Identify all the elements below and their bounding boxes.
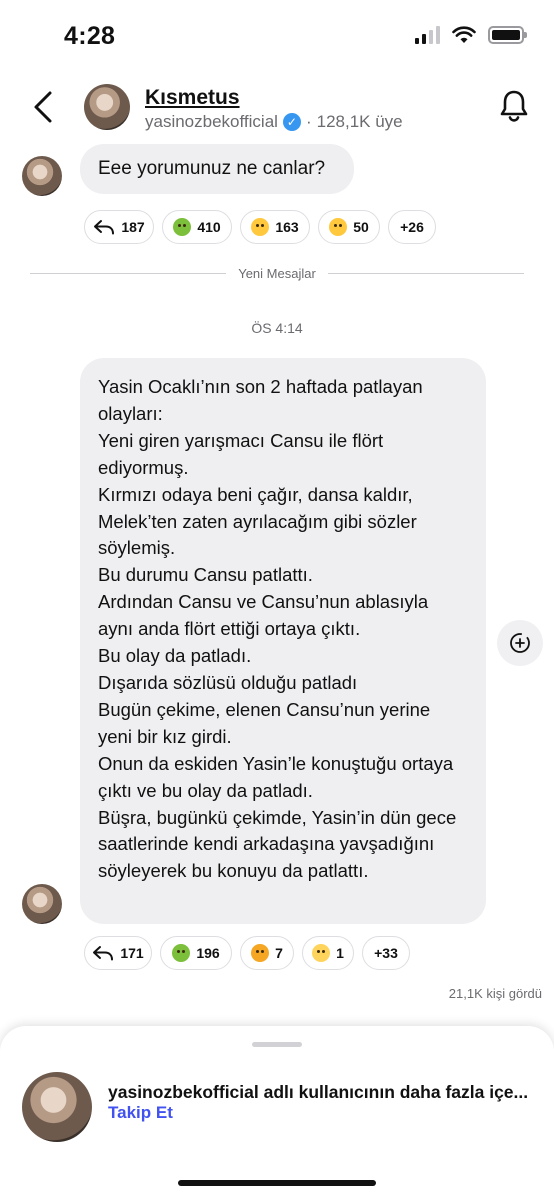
status-time: 4:28 <box>64 22 116 50</box>
home-indicator <box>178 1180 376 1186</box>
laughing-face-emoji <box>329 218 348 236</box>
reaction-chip[interactable]: 50 <box>318 210 380 244</box>
channel-subtitle: yasinozbekofficial ✓ · 128,1K üye <box>145 112 403 132</box>
add-reaction-button[interactable] <box>497 620 543 666</box>
reaction-chip[interactable]: 1 <box>302 936 354 970</box>
reply-icon <box>94 220 115 235</box>
new-messages-divider: Yeni Mesajlar <box>0 266 554 281</box>
mind-blown-emoji <box>251 944 270 962</box>
message-bubble[interactable]: Eee yorumunuz ne canlar? <box>80 144 354 194</box>
new-messages-label: Yeni Mesajlar <box>226 266 328 281</box>
channel-avatar[interactable] <box>84 84 130 130</box>
message-text: Eee yorumunuz ne canlar? <box>98 158 326 179</box>
reply-icon <box>93 946 114 961</box>
surprised-face-emoji <box>251 218 270 236</box>
more-reactions-chip[interactable]: +33 <box>362 936 410 970</box>
reaction-chip[interactable]: 7 <box>240 936 294 970</box>
sad-face-emoji <box>312 944 331 962</box>
reaction-chip[interactable]: 410 <box>162 210 232 244</box>
reaction-row: 171 196 7 1 +33 <box>84 936 410 970</box>
battery-icon <box>488 26 527 44</box>
reaction-row: 187 410 163 50 +26 <box>84 210 436 244</box>
seen-count: 21,1K kişi gördü <box>448 986 542 1001</box>
sheet-grabber[interactable] <box>252 1042 302 1047</box>
member-count: 128,1K üye <box>316 112 403 131</box>
sender-avatar[interactable] <box>22 884 62 924</box>
sheet-avatar[interactable] <box>22 1072 92 1142</box>
reply-count-chip[interactable]: 171 <box>84 936 152 970</box>
follow-button[interactable]: Takip Et <box>108 1103 173 1123</box>
verified-badge-icon: ✓ <box>282 113 301 131</box>
message-timestamp: ÖS 4:14 <box>251 320 303 336</box>
channel-username[interactable]: yasinozbekofficial <box>145 112 278 132</box>
status-icons <box>415 26 527 44</box>
cellular-signal-icon <box>415 26 440 44</box>
bell-icon[interactable] <box>498 88 530 124</box>
sheet-text: yasinozbekofficial adlı kullanıcının dah… <box>108 1082 529 1102</box>
wifi-icon <box>452 26 476 43</box>
sender-avatar[interactable] <box>22 156 62 196</box>
sick-face-emoji <box>172 944 191 962</box>
more-reactions-chip[interactable]: +26 <box>388 210 436 244</box>
channel-title[interactable]: Kısmetus <box>145 86 240 110</box>
message-text: Yasin Ocaklı’nın son 2 haftada patlayan … <box>98 376 457 882</box>
sick-face-emoji <box>173 218 192 236</box>
back-arrow-icon[interactable] <box>30 90 60 124</box>
reaction-chip[interactable]: 196 <box>160 936 232 970</box>
message-bubble[interactable]: Yasin Ocaklı’nın son 2 haftada patlayan … <box>80 358 486 924</box>
reply-count-chip[interactable]: 187 <box>84 210 154 244</box>
add-reaction-icon <box>510 633 530 653</box>
separator-dot: · <box>305 112 312 131</box>
reaction-chip[interactable]: 163 <box>240 210 310 244</box>
